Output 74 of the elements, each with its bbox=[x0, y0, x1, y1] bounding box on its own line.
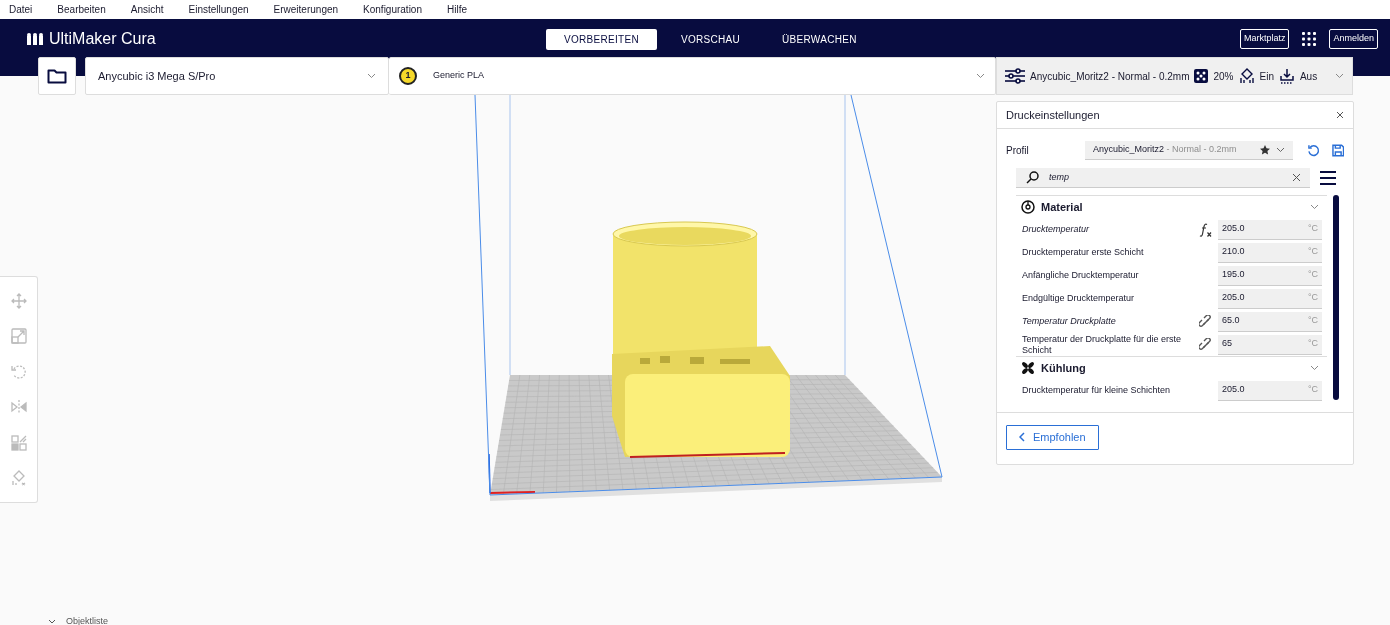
profile-label: Profil bbox=[1006, 144, 1030, 158]
logo-icon bbox=[26, 32, 44, 46]
function-icon[interactable] bbox=[1198, 222, 1212, 237]
adhesion-icon bbox=[1278, 68, 1295, 84]
menu-item[interactable]: Datei bbox=[9, 2, 33, 17]
setting-field[interactable]: 205.0 °C bbox=[1218, 288, 1322, 309]
link-icon[interactable] bbox=[1198, 337, 1212, 352]
setting-label: Drucktemperatur für kleine Schichten bbox=[1021, 385, 1172, 396]
chevron-down-icon bbox=[367, 73, 376, 79]
folder-icon bbox=[47, 68, 67, 84]
chevron-down-icon bbox=[1276, 147, 1286, 153]
stage-tab[interactable]: VORSCHAU bbox=[663, 29, 759, 50]
search-field[interactable]: temp bbox=[1016, 168, 1310, 188]
setting-label: Drucktemperatur erste Schicht bbox=[1021, 247, 1145, 258]
sign-in-button[interactable]: Anmelden bbox=[1329, 29, 1378, 49]
star-icon bbox=[1260, 145, 1271, 155]
object-list-toggle[interactable]: Objektliste bbox=[66, 615, 109, 625]
menu-item[interactable]: Hilfe bbox=[447, 2, 467, 17]
adhesion-value: Aus bbox=[1299, 69, 1318, 84]
material-selector[interactable]: 1 Generic PLA bbox=[389, 57, 996, 95]
fan-icon bbox=[1021, 361, 1035, 375]
link-icon[interactable] bbox=[1198, 314, 1212, 329]
menu-item[interactable]: Ansicht bbox=[130, 2, 164, 17]
marketplace-button[interactable]: Marktplatz bbox=[1239, 29, 1290, 49]
setting-field[interactable]: 205.0 °C bbox=[1218, 219, 1322, 240]
infill-value: 20% bbox=[1213, 69, 1234, 84]
category-title: Kühlung bbox=[1041, 360, 1086, 376]
stage-tab[interactable]: VORBEREITEN bbox=[546, 29, 657, 50]
category-title: Material bbox=[1041, 199, 1083, 215]
menu-item[interactable]: Einstellungen bbox=[188, 2, 249, 17]
profile-quality: - Normal - 0.2mm bbox=[1165, 144, 1237, 155]
app-title: UltiMaker Cura bbox=[49, 29, 156, 49]
menu-item[interactable]: Erweiterungen bbox=[273, 2, 339, 17]
setting-field[interactable]: 210.0 °C bbox=[1218, 242, 1322, 263]
extruder-badge: 1 bbox=[399, 67, 417, 85]
menu-item[interactable]: Bearbeiten bbox=[57, 2, 106, 17]
close-icon[interactable] bbox=[1336, 111, 1344, 119]
menu-item[interactable]: Konfiguration bbox=[363, 2, 422, 17]
setting-field[interactable]: 65 °C bbox=[1218, 334, 1322, 355]
scrollbar-thumb[interactable] bbox=[1333, 195, 1339, 400]
panel-title: Druckeinstellungen bbox=[1006, 107, 1100, 123]
chevron-down-icon bbox=[1335, 73, 1344, 79]
setting-field[interactable]: 65.0 °C bbox=[1218, 311, 1322, 332]
setting-label: Temperatur Druckplatte bbox=[1021, 316, 1117, 327]
reset-icon[interactable] bbox=[1307, 144, 1320, 157]
printer-selector[interactable]: Anycubic i3 Mega S/Pro bbox=[85, 57, 389, 95]
setting-label: Endgültige Drucktemperatur bbox=[1021, 293, 1136, 304]
open-file-button[interactable] bbox=[38, 57, 76, 95]
save-icon[interactable] bbox=[1331, 144, 1344, 157]
infill-icon bbox=[1194, 69, 1209, 83]
category-header[interactable]: Material bbox=[1016, 195, 1327, 218]
recommended-button[interactable]: Empfohlen bbox=[1006, 425, 1099, 450]
setting-label: Drucktemperatur bbox=[1021, 224, 1091, 235]
menu-icon[interactable] bbox=[1320, 171, 1336, 185]
spool-icon bbox=[1021, 200, 1035, 214]
profile-dropdown[interactable]: Anycubic_Moritz2 - Normal - 0.2mm bbox=[1085, 141, 1294, 160]
support-value: Ein bbox=[1259, 69, 1274, 84]
print-setup-selector[interactable]: Anycubic_Moritz2 - Normal - 0.2mm 20% Ein Aus bbox=[996, 57, 1353, 95]
clear-icon[interactable] bbox=[1293, 174, 1300, 181]
profile-summary: Anycubic_Moritz2 - Normal - 0.2mm bbox=[1030, 69, 1190, 84]
support-icon bbox=[1238, 68, 1255, 84]
setting-label: Anfängliche Drucktemperatur bbox=[1021, 270, 1140, 281]
apps-grid-icon[interactable] bbox=[1301, 30, 1318, 47]
sliders-icon bbox=[1005, 68, 1025, 84]
search-icon bbox=[1026, 171, 1039, 184]
category-header[interactable]: Kühlung bbox=[1016, 356, 1327, 379]
profile-name: Anycubic_Moritz2 bbox=[1093, 144, 1164, 155]
setting-field[interactable]: 195.0 °C bbox=[1218, 265, 1322, 286]
setting-label: Temperatur der Druckplatte für die erste Schicht bbox=[1021, 334, 1183, 355]
setting-field[interactable]: 205.0 °C bbox=[1218, 380, 1322, 401]
chevron-left-icon bbox=[1019, 432, 1025, 443]
chevron-down-icon bbox=[976, 73, 985, 79]
chevron-down-icon[interactable] bbox=[48, 619, 56, 625]
stage-tab[interactable]: ÜBERWACHEN bbox=[764, 29, 875, 50]
